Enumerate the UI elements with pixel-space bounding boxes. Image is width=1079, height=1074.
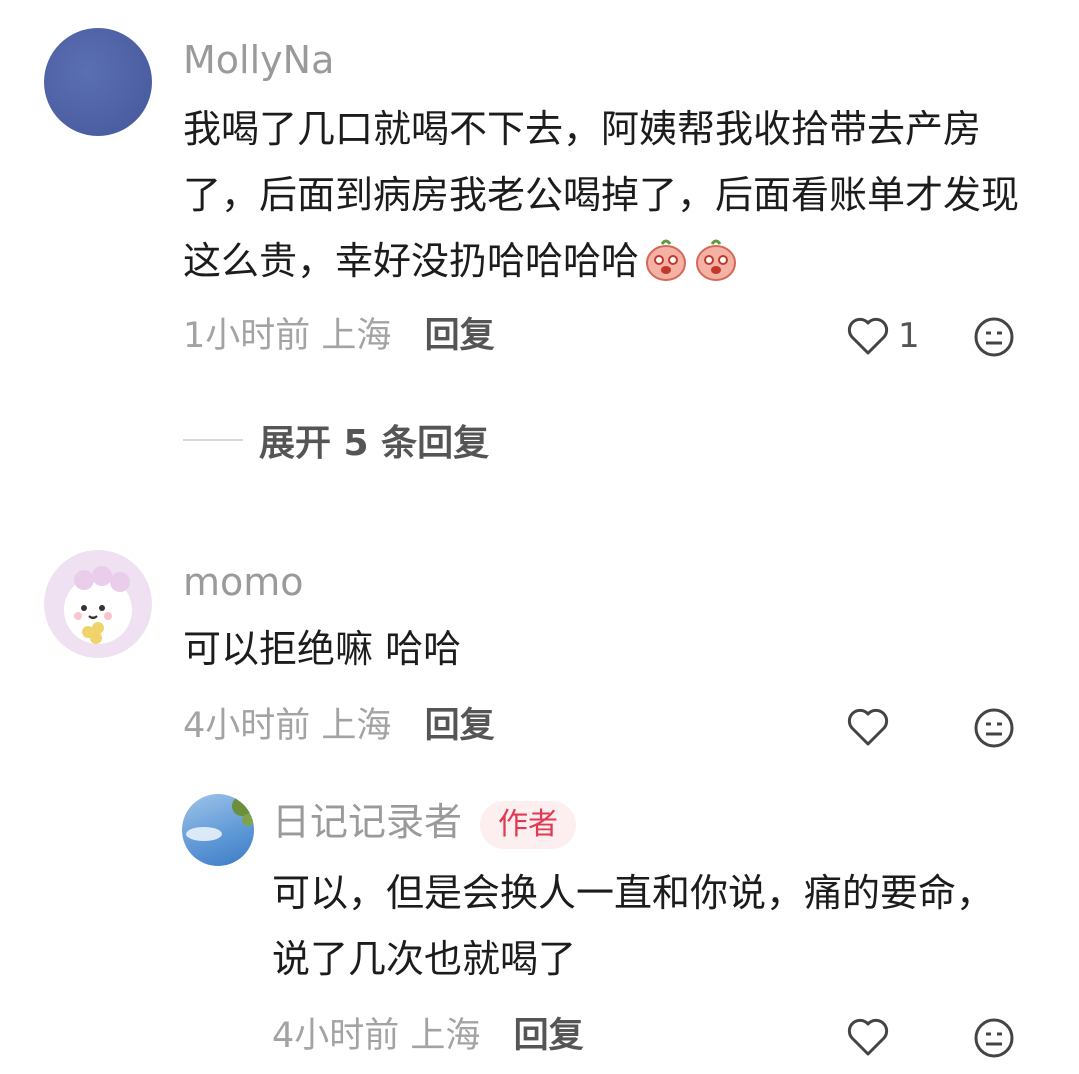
location: 上海	[410, 1016, 481, 1056]
heart-outline-icon[interactable]	[846, 1016, 890, 1062]
comment-text-3: 可以，但是会换人一直和你说，痛的要命，说了几次也就喝了	[272, 871, 995, 981]
username-momo[interactable]: momo	[183, 560, 304, 604]
username-mollyna[interactable]: MollyNa	[183, 38, 334, 82]
comment-meta-1: 1小时前 上海 回复	[183, 315, 495, 357]
heart-outline-icon[interactable]	[846, 706, 890, 752]
reply-button[interactable]: 回复	[514, 1016, 584, 1056]
comment-text-1: 我喝了几口就喝不下去，阿姨帮我收拾带去产房了，后面到病房我老公喝掉了，后面看账单…	[183, 96, 1033, 302]
timestamp: 4小时前	[183, 706, 311, 746]
expand-replies-button[interactable]: 展开 5 条回复	[183, 414, 489, 466]
avatar-momo[interactable]	[44, 550, 152, 658]
location: 上海	[321, 316, 392, 356]
username-author[interactable]: 日记记录者 作者	[272, 800, 577, 849]
comment-meta-3: 4小时前 上海 回复	[272, 1015, 584, 1057]
heart-outline-icon[interactable]	[846, 315, 890, 361]
like-count: 1	[898, 316, 920, 356]
neutral-face-icon[interactable]	[972, 1016, 1016, 1064]
timestamp: 4小时前	[272, 1016, 400, 1056]
comment-text-2: 可以拒绝嘛 哈哈	[183, 627, 462, 671]
timestamp: 1小时前	[183, 316, 311, 356]
peach-laughing-emoji-icon	[693, 236, 739, 302]
neutral-face-icon[interactable]	[972, 315, 1016, 363]
location: 上海	[321, 706, 392, 746]
reply-button[interactable]: 回复	[425, 316, 495, 356]
neutral-face-icon[interactable]	[972, 706, 1016, 754]
avatar-author[interactable]	[182, 794, 254, 866]
reply-button[interactable]: 回复	[425, 706, 495, 746]
avatar-mollyna[interactable]	[44, 28, 152, 136]
comment-meta-2: 4小时前 上海 回复	[183, 705, 495, 747]
divider	[183, 439, 243, 441]
peach-laughing-emoji-icon	[643, 236, 689, 302]
author-badge: 作者	[480, 800, 577, 849]
